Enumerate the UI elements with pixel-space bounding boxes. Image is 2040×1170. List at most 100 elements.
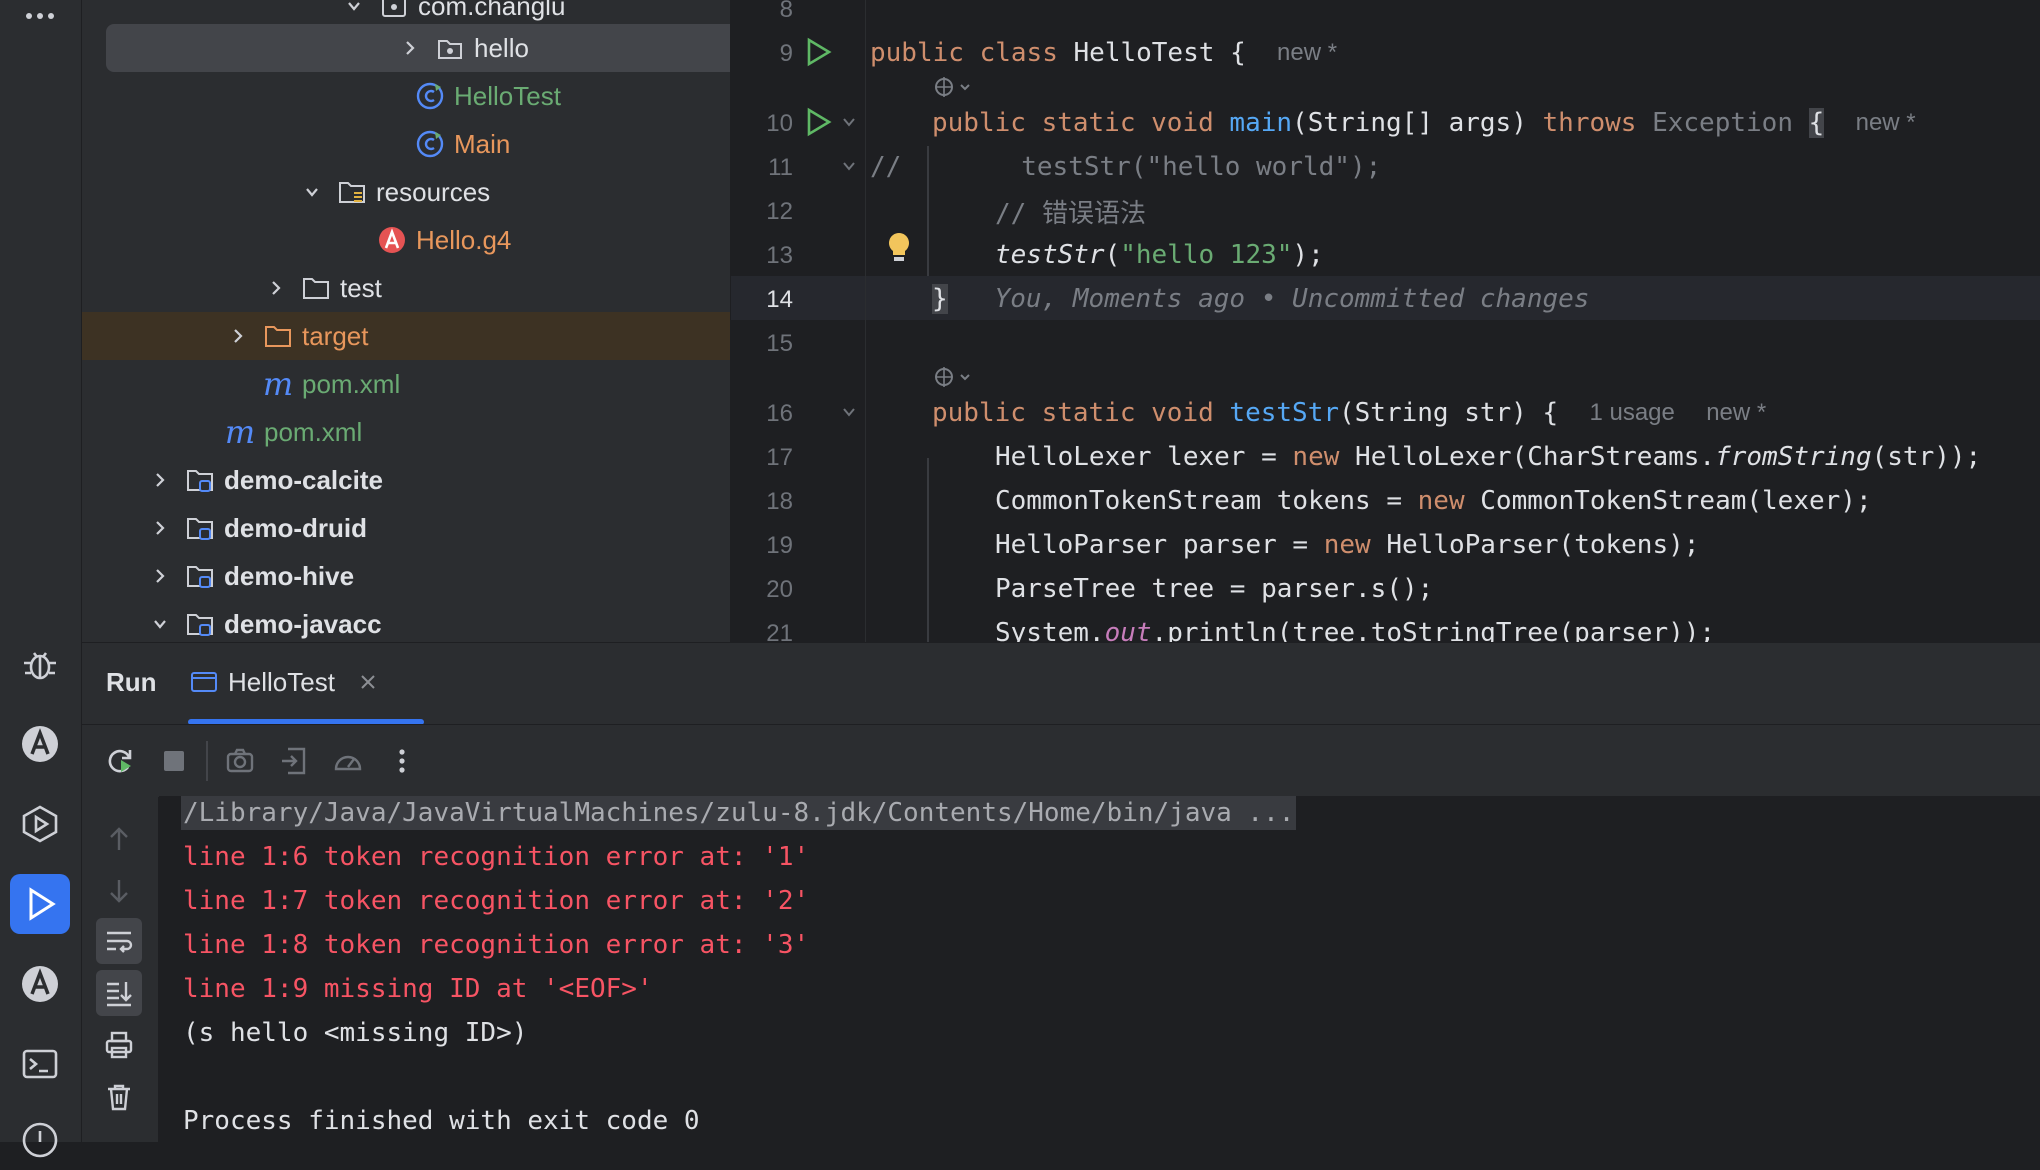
error-line: line 1:7 token recognition error at: '2' bbox=[183, 886, 810, 916]
code-text: HelloParser parser = bbox=[995, 530, 1324, 560]
chevron-right-icon[interactable] bbox=[146, 514, 174, 542]
code-line-11[interactable]: // testStr("hello world"); bbox=[870, 145, 1381, 189]
usage-hint[interactable]: 1 usage bbox=[1589, 399, 1674, 427]
antlr-preview-icon[interactable] bbox=[10, 954, 70, 1014]
chevron-down-icon[interactable] bbox=[146, 610, 174, 638]
string-literal: "hello 123" bbox=[1120, 240, 1293, 270]
code-line-10[interactable]: public static void main (String[] args) t… bbox=[932, 101, 1916, 145]
chevron-right-icon[interactable] bbox=[224, 322, 252, 350]
chevron-down-icon[interactable] bbox=[298, 178, 326, 206]
more-icon[interactable] bbox=[10, 0, 70, 46]
tree-item-hellotest[interactable]: HelloTest bbox=[82, 72, 730, 120]
method-name: testStr bbox=[1229, 398, 1339, 428]
line-number: 8 bbox=[779, 0, 793, 23]
restore-layout-icon[interactable] bbox=[272, 739, 316, 783]
code-text: HelloLexer(CharStreams. bbox=[1339, 442, 1716, 472]
tree-item-main[interactable]: Main bbox=[82, 120, 730, 168]
scroll-to-end-icon[interactable] bbox=[96, 970, 142, 1016]
chevron-down-icon[interactable] bbox=[340, 0, 368, 20]
code-line-17[interactable]: HelloLexer lexer = new HelloLexer(CharSt… bbox=[995, 435, 1981, 479]
run-panel-header: Run HelloTest bbox=[82, 642, 2040, 725]
brace: { bbox=[1230, 38, 1246, 68]
tree-item-label: target bbox=[302, 320, 369, 351]
print-icon[interactable] bbox=[96, 1022, 142, 1068]
module-folder-icon bbox=[184, 608, 216, 640]
maven-icon: m bbox=[224, 413, 256, 451]
tree-item-test[interactable]: test bbox=[82, 264, 730, 312]
line-number: 11 bbox=[768, 154, 793, 181]
run-toolbar bbox=[82, 724, 2040, 797]
code-editor[interactable]: 8 9 10 11 12 13 14 15 16 17 18 19 20 21 … bbox=[731, 0, 2040, 642]
services-icon[interactable] bbox=[10, 794, 70, 854]
code-line-20[interactable]: ParseTree tree = parser.s(); bbox=[995, 567, 1433, 611]
trash-icon[interactable] bbox=[96, 1074, 142, 1120]
code-line-18[interactable]: CommonTokenStream tokens = new CommonTok… bbox=[995, 479, 1872, 523]
tree-item-demo-hive[interactable]: demo-hive bbox=[82, 552, 730, 600]
keyword: new bbox=[1323, 530, 1371, 560]
code-line-14[interactable]: } You, Moments ago • Uncommitted changes bbox=[932, 277, 1589, 321]
keyword: public static void bbox=[932, 398, 1214, 428]
code-text: System. bbox=[995, 618, 1105, 642]
code-line-13[interactable]: testStr("hello 123"); bbox=[995, 233, 1324, 277]
editor-gutter: 8 9 10 11 12 13 14 15 16 17 18 19 20 21 bbox=[731, 0, 866, 642]
debug-icon[interactable] bbox=[10, 634, 70, 694]
console-output[interactable]: /Library/Java/JavaVirtualMachines/zulu-8… bbox=[159, 796, 2040, 1142]
lightbulb-icon[interactable] bbox=[885, 230, 913, 271]
line-number: 16 bbox=[766, 400, 793, 427]
arrow-up-icon[interactable] bbox=[96, 816, 142, 862]
terminal-icon[interactable] bbox=[10, 1034, 70, 1094]
code-line-12[interactable]: // 错误语法 bbox=[995, 189, 1146, 233]
tree-item-hello[interactable]: hello bbox=[106, 24, 730, 72]
arrow-down-icon[interactable] bbox=[96, 868, 142, 914]
line-number: 10 bbox=[766, 110, 793, 137]
tree-item-demo-javacc[interactable]: demo-javacc bbox=[82, 600, 730, 642]
camera-icon[interactable] bbox=[218, 739, 262, 783]
run-gutter-icon[interactable] bbox=[803, 106, 833, 143]
run-gutter-icon[interactable] bbox=[803, 36, 833, 73]
tab-hellotest[interactable]: HelloTest bbox=[190, 657, 377, 707]
profiler-icon[interactable] bbox=[326, 739, 370, 783]
tree-item-label: demo-javacc bbox=[224, 608, 382, 639]
antlr-icon[interactable] bbox=[10, 714, 70, 774]
tree-item-label: Main bbox=[454, 128, 511, 159]
chevron-right-icon[interactable] bbox=[146, 562, 174, 590]
punct: ); bbox=[1292, 240, 1324, 270]
soft-wrap-icon[interactable] bbox=[96, 918, 142, 964]
tree-item-hello-g4[interactable]: Hello.g4 bbox=[82, 216, 730, 264]
chevron-right-icon[interactable] bbox=[146, 466, 174, 494]
code-line-16[interactable]: public static void testStr (String str) {… bbox=[932, 391, 1766, 435]
java-class-icon bbox=[414, 80, 446, 112]
keyword: public bbox=[870, 38, 964, 68]
tree-item-resources[interactable]: resources bbox=[82, 168, 730, 216]
problems-icon[interactable] bbox=[10, 1110, 70, 1170]
close-icon[interactable] bbox=[359, 673, 377, 691]
command-line[interactable]: /Library/Java/JavaVirtualMachines/zulu-8… bbox=[181, 796, 1297, 830]
tree-item-demo-calcite[interactable]: demo-calcite bbox=[82, 456, 730, 504]
method-call: fromString bbox=[1715, 442, 1872, 472]
author-hint: new * bbox=[1855, 109, 1916, 136]
tree-item-demo-druid[interactable]: demo-druid bbox=[82, 504, 730, 552]
brace: } bbox=[932, 284, 948, 314]
rerun-button[interactable] bbox=[98, 739, 142, 783]
fold-icon[interactable] bbox=[839, 402, 859, 427]
tree-item-pom[interactable]: m pom.xml bbox=[82, 408, 730, 456]
tree-item-label: pom.xml bbox=[302, 368, 401, 399]
code-line-21[interactable]: System. out .println(tree.toStringTree(par… bbox=[995, 611, 1715, 642]
stop-button[interactable] bbox=[152, 739, 196, 783]
console-icon bbox=[190, 670, 218, 694]
fold-icon[interactable] bbox=[839, 112, 859, 137]
tree-item-label: demo-druid bbox=[224, 512, 367, 543]
fold-icon[interactable] bbox=[839, 156, 859, 181]
code-line-19[interactable]: HelloParser parser = new HelloParser(tok… bbox=[995, 523, 1699, 567]
more-options-icon[interactable] bbox=[380, 739, 424, 783]
tree-item-target[interactable]: target bbox=[82, 312, 730, 360]
chevron-right-icon[interactable] bbox=[262, 274, 290, 302]
code-line-9[interactable]: public class HelloTest { new * bbox=[870, 31, 1337, 75]
activity-bar bbox=[0, 0, 82, 1158]
params: (String[] args) bbox=[1292, 108, 1527, 138]
run-icon[interactable] bbox=[10, 874, 70, 934]
chevron-right-icon[interactable] bbox=[396, 34, 424, 62]
output-line: (s hello <missing ID>) bbox=[183, 1018, 528, 1048]
keyword: throws bbox=[1542, 108, 1637, 138]
tree-item-pom[interactable]: m pom.xml bbox=[82, 360, 730, 408]
